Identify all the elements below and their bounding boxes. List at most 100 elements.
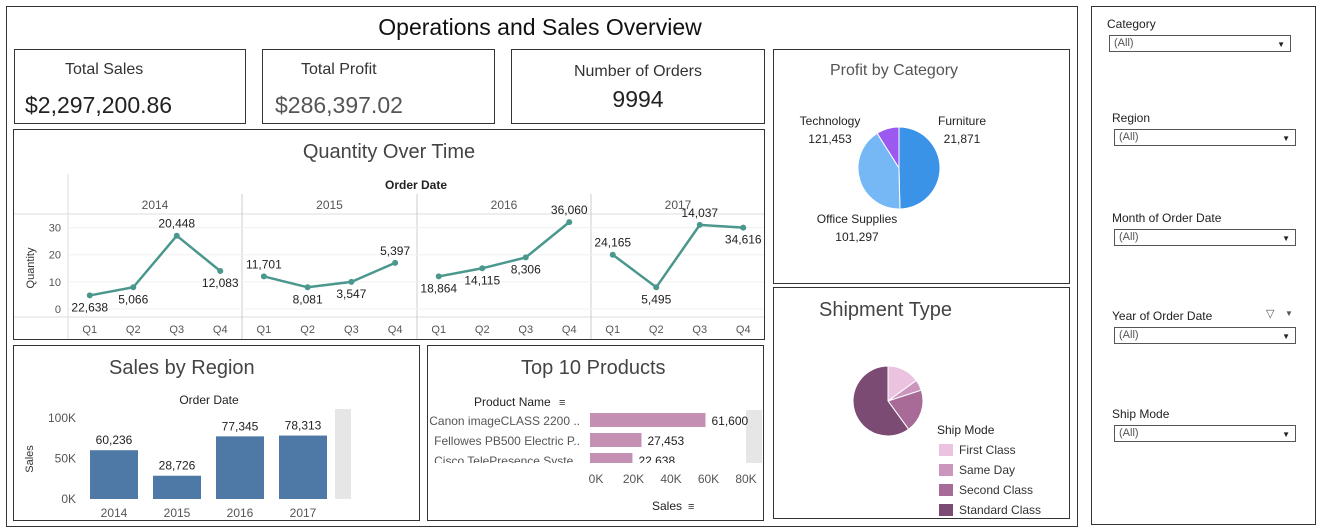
quantity-over-time-panel: Quantity Over Time Order Date Quantity 2… xyxy=(13,129,765,340)
bar[interactable] xyxy=(216,436,264,499)
data-point[interactable] xyxy=(740,224,747,231)
pie-slice[interactable] xyxy=(898,126,941,210)
quarter-label: Q4 xyxy=(213,324,228,336)
kpi-total-profit[interactable]: Total Profit $286,397.02 xyxy=(262,49,495,124)
chevron-down-icon: ▼ xyxy=(1282,430,1290,439)
slice-name-label: Technology xyxy=(800,114,861,128)
filter-label: Ship Mode xyxy=(1112,407,1170,421)
bar[interactable] xyxy=(590,453,633,467)
data-label: 22,638 xyxy=(71,300,108,314)
quarter-label: Q2 xyxy=(126,324,141,336)
product-name-label[interactable]: Cisco TelePresence Syste.. xyxy=(434,454,580,468)
quarter-label: Q4 xyxy=(562,324,577,336)
data-label: 8,306 xyxy=(511,262,541,276)
y-tick-label: 30 xyxy=(49,223,61,235)
quarter-label: Q4 xyxy=(736,324,751,336)
chevron-down-icon: ▼ xyxy=(1277,40,1285,49)
data-point[interactable] xyxy=(392,259,399,266)
x-tick-label: 80K xyxy=(735,472,756,486)
data-point[interactable] xyxy=(348,278,355,285)
legend-label[interactable]: Standard Class xyxy=(959,503,1041,517)
legend-label[interactable]: First Class xyxy=(959,443,1016,457)
quarter-label: Q2 xyxy=(475,324,490,336)
slice-value-label: 101,297 xyxy=(835,230,879,244)
data-point[interactable] xyxy=(566,219,573,226)
profit-pie-chart[interactable]: Technology 121,453 Office Supplies 101,297 F… xyxy=(774,50,1069,283)
data-label: 18,864 xyxy=(420,281,457,295)
data-point[interactable] xyxy=(522,254,529,261)
bar[interactable] xyxy=(153,475,201,499)
data-point[interactable] xyxy=(86,292,93,299)
bar[interactable] xyxy=(90,450,138,499)
ship-mode-legend-title: Ship Mode xyxy=(937,423,995,437)
data-label: 14,037 xyxy=(681,206,718,220)
data-label: 24,165 xyxy=(594,236,631,250)
data-label: 36,060 xyxy=(551,203,588,217)
data-point[interactable] xyxy=(435,273,442,280)
quarter-label: Q4 xyxy=(388,324,403,336)
quarter-label: Q2 xyxy=(300,324,315,336)
dropdown-value: (All) xyxy=(1114,37,1134,49)
bar[interactable] xyxy=(590,433,642,447)
series-line xyxy=(438,221,571,278)
bar[interactable] xyxy=(279,435,327,499)
quantity-line-chart[interactable]: Order Date Quantity 2014 2015 2016 20173020… xyxy=(14,130,764,339)
filter-dropdown[interactable]: (All) ▼ xyxy=(1114,425,1296,442)
data-point[interactable] xyxy=(130,284,137,291)
filter-dropdown[interactable]: (All) ▼ xyxy=(1114,129,1296,146)
kpi-value: $286,397.02 xyxy=(275,92,403,118)
y-tick-label: 50K xyxy=(55,452,76,466)
data-point[interactable] xyxy=(173,232,180,239)
data-label: 8,081 xyxy=(293,292,323,306)
year-header: 2015 xyxy=(316,198,343,212)
scrollbar[interactable] xyxy=(335,409,351,499)
data-point[interactable] xyxy=(479,265,486,272)
data-point[interactable] xyxy=(260,273,267,280)
kpi-total-sales[interactable]: Total Sales $2,297,200.86 xyxy=(14,49,246,124)
sales-bar-chart[interactable]: Order Date Sales 100K 50K 0K 60,236 2014 28,7… xyxy=(14,346,419,520)
quarter-label: Q1 xyxy=(257,324,272,336)
kpi-number-of-orders[interactable]: Number of Orders 9994 xyxy=(511,49,765,124)
bar[interactable] xyxy=(590,413,706,427)
data-point[interactable] xyxy=(609,251,616,258)
data-point[interactable] xyxy=(696,221,703,228)
filter-dropdown[interactable]: (All) ▼ xyxy=(1114,229,1296,246)
slice-value-label: 121,453 xyxy=(808,132,852,146)
x-tick-label: 2015 xyxy=(164,506,191,520)
data-label: 14,115 xyxy=(464,273,500,287)
sales-axis-title: Sales xyxy=(652,499,682,513)
filter-label: Category xyxy=(1107,17,1156,31)
product-name-label[interactable]: Canon imageCLASS 2200 .. xyxy=(429,414,580,428)
bar-value-label: 61,600 xyxy=(712,414,749,428)
shipment-pie-chart[interactable]: Ship Mode First Class Same Day Second Clas… xyxy=(774,288,1069,518)
legend-label[interactable]: Same Day xyxy=(959,463,1015,477)
slice-name-label: Office Supplies xyxy=(817,212,898,226)
chevron-down-icon: ▼ xyxy=(1282,134,1290,143)
data-label: 11,701 xyxy=(246,257,282,271)
data-point[interactable] xyxy=(653,284,660,291)
data-point[interactable] xyxy=(217,268,224,274)
filter-dropdown[interactable]: (All) ▼ xyxy=(1114,327,1296,344)
product-rows: Canon imageCLASS 2200 .. 61,600 Fellowes P… xyxy=(429,413,749,468)
data-label: 5,495 xyxy=(641,292,671,306)
legend-label[interactable]: Second Class xyxy=(959,483,1033,497)
region-order-date-header: Order Date xyxy=(179,393,239,407)
quantity-axis-label: Quantity xyxy=(25,247,37,288)
dropdown-value: (All) xyxy=(1119,131,1139,143)
x-tick-label: 20K xyxy=(623,472,644,486)
filter-dropdown[interactable]: (All) ▼ xyxy=(1109,35,1291,52)
kpi-value: 9994 xyxy=(612,86,664,112)
products-bar-chart[interactable]: Product Name ≡ Sales ≡ Canon imageCLASS … xyxy=(428,346,763,520)
filter-menu-icon[interactable]: ▼ xyxy=(1285,309,1293,318)
product-name-label[interactable]: Fellowes PB500 Electric P.. xyxy=(434,434,580,448)
x-tick-label: 0K xyxy=(589,472,604,486)
scrollbar[interactable] xyxy=(746,410,762,463)
dropdown-value: (All) xyxy=(1119,427,1139,439)
sales-axis-label: Sales xyxy=(24,445,36,473)
shipment-type-panel: Shipment Type Ship Mode First Class Same … xyxy=(773,287,1070,519)
filter-funnel-icon[interactable]: ▽ xyxy=(1266,307,1274,320)
data-label: 5,066 xyxy=(118,292,148,306)
data-point[interactable] xyxy=(304,284,311,291)
chevron-down-icon: ▼ xyxy=(1282,332,1290,341)
x-tick-label: 60K xyxy=(698,472,719,486)
